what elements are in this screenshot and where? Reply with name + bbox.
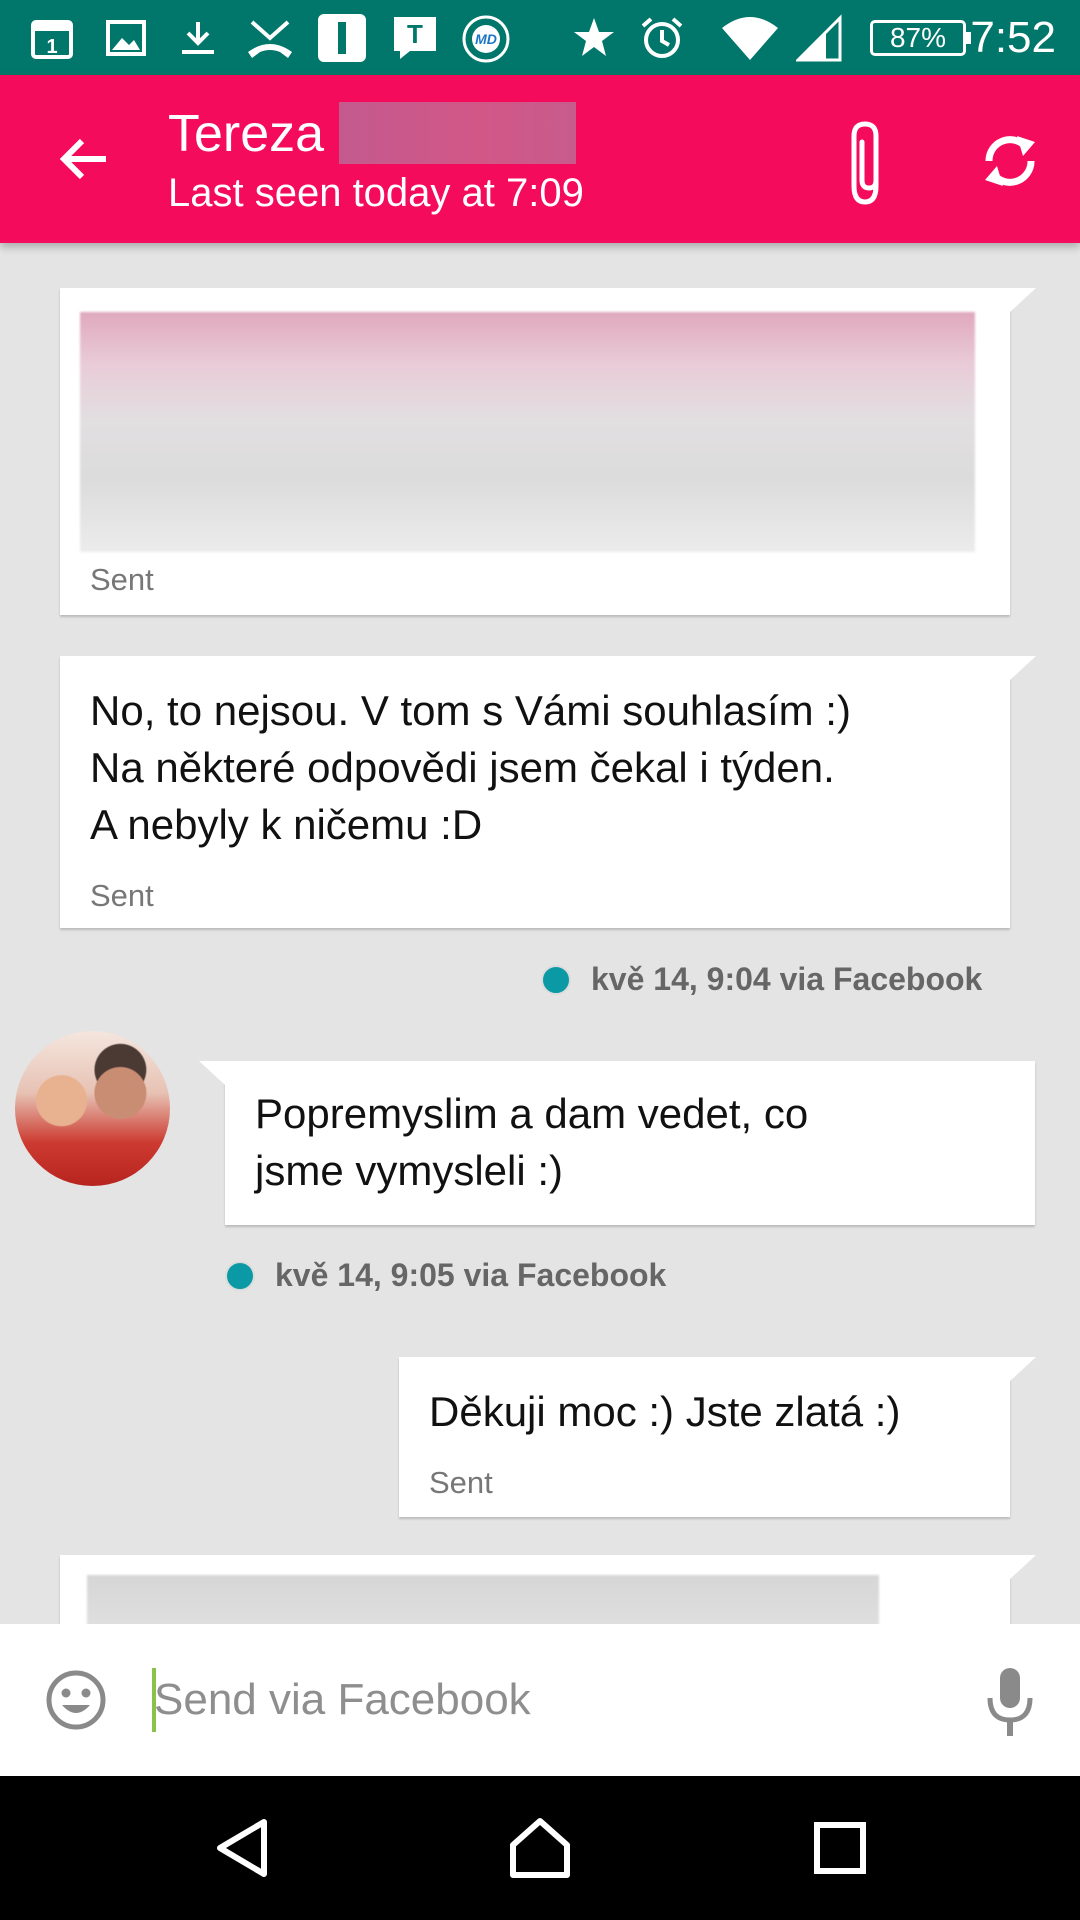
md-app-icon: MD — [458, 14, 516, 63]
arrow-left-icon — [59, 138, 106, 180]
message-bubble-incoming[interactable]: Popremyslim a dam vedet, co jsme vymysle… — [199, 1061, 1035, 1225]
alarm-icon — [638, 14, 686, 62]
message-input[interactable] — [154, 1664, 924, 1736]
nav-home-button[interactable] — [500, 1808, 580, 1888]
message-timestamp: kvě 14, 9:05 via Facebook — [275, 1257, 667, 1293]
home-icon — [510, 1818, 570, 1878]
square-recents-icon — [814, 1822, 866, 1874]
message-status: Sent — [90, 562, 154, 597]
last-seen-status: Last seen today at 7:09 — [168, 171, 584, 215]
message-bubble-outgoing[interactable]: Sent — [60, 288, 1036, 615]
paperclip-icon — [851, 121, 879, 205]
signal-icon — [796, 14, 844, 62]
clock: 7:52 — [970, 13, 1056, 62]
message-text: No, to nejsou. V tom s Vámi souhlasím :)… — [90, 687, 851, 848]
svg-text:T: T — [407, 19, 423, 49]
battery-indicator: 87% — [870, 20, 971, 56]
star-icon — [570, 14, 618, 62]
back-button[interactable] — [46, 123, 122, 195]
message-status: Sent — [90, 878, 154, 913]
download-icon — [176, 14, 220, 62]
message-text: Popremyslim a dam vedet, co jsme vymysle… — [255, 1090, 809, 1194]
calendar-icon: 1 — [30, 14, 74, 62]
contact-name[interactable]: Tereza — [168, 103, 324, 165]
redacted-image — [87, 1575, 879, 1624]
app-bar: Tereza Last seen today at 7:09 — [0, 75, 1080, 243]
message-timestamp: kvě 14, 9:04 via Facebook — [591, 961, 983, 997]
message-bubble-outgoing[interactable]: Děkuji moc :) Jste zlatá :) Sent — [399, 1357, 1036, 1517]
t-app-icon: T — [390, 14, 440, 62]
message-bubble-outgoing[interactable] — [60, 1555, 1036, 1624]
message-bubble-outgoing[interactable]: No, to nejsou. V tom s Vámi souhlasím :)… — [60, 656, 1036, 928]
facebook-status-dot — [225, 1260, 255, 1291]
facebook-status-dot — [541, 964, 571, 995]
nav-back-button[interactable] — [202, 1808, 282, 1888]
smiley-icon — [46, 1670, 106, 1730]
attach-button[interactable] — [830, 113, 900, 213]
message-text: Děkuji moc :) Jste zlatá :) — [429, 1388, 901, 1435]
microphone-icon — [987, 1668, 1033, 1736]
message-list[interactable]: Sent No, to nejsou. V tom s Vámi souhlas… — [0, 243, 1080, 1624]
refresh-button[interactable] — [970, 121, 1050, 201]
status-bar: 1 T MD 87% 7:52 — [0, 0, 1080, 75]
emoji-button[interactable] — [44, 1668, 108, 1732]
voice-input-button[interactable] — [975, 1664, 1045, 1740]
nav-recents-button[interactable] — [800, 1808, 880, 1888]
message-meta: kvě 14, 9:04 via Facebook — [541, 961, 982, 998]
avatar[interactable] — [15, 1031, 170, 1186]
composer-bar — [0, 1624, 1080, 1776]
redacted-surname — [339, 102, 576, 164]
svg-text:1: 1 — [46, 36, 57, 58]
sync-icon — [985, 136, 1035, 186]
svg-text:MD: MD — [475, 31, 497, 47]
missed-call-icon — [244, 14, 296, 62]
redacted-image — [80, 312, 975, 552]
message-meta: kvě 14, 9:05 via Facebook — [225, 1257, 666, 1294]
bookmark-app-icon — [316, 14, 368, 62]
triangle-back-icon — [217, 1819, 267, 1877]
wifi-icon — [720, 14, 780, 62]
navigation-bar — [0, 1776, 1080, 1920]
image-icon — [104, 14, 148, 62]
message-status: Sent — [429, 1465, 493, 1500]
